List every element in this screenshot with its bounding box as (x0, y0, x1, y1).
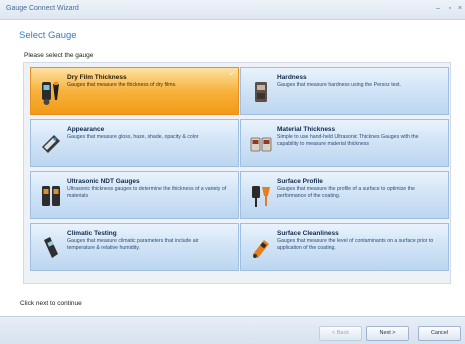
instruction-label: Please select the gauge (24, 52, 94, 59)
gauge-card-appearance[interactable]: Appearance Gauges that measure gloss, ha… (30, 119, 239, 167)
card-title: Hardness (277, 74, 307, 81)
minimize-icon[interactable]: – (433, 4, 443, 14)
gauge-card-ultrasonic-ndt[interactable]: Ultrasonic NDT Gauges Ultrasonic thickne… (30, 171, 239, 219)
card-description: Gauges that measure gloss, haze, shade, … (67, 134, 199, 140)
back-button[interactable]: < Back (319, 326, 362, 341)
card-description: Gauges that measure the profile of a sur… (277, 186, 415, 199)
card-description: Simple to use hand-held Ultrasonic Thick… (277, 134, 419, 147)
checkmark-icon: ✓ (228, 72, 234, 78)
card-title: Dry Film Thickness (67, 74, 127, 81)
card-description: Ultrasonic thickness gauges to determine… (67, 186, 227, 199)
material-thickness-icon (250, 137, 272, 152)
card-description: Gauges that measure the level of contami… (277, 238, 434, 251)
card-description: Gauges that measure the thickness of dry… (67, 82, 177, 88)
glossmeter-icon (42, 135, 60, 153)
surface-cleanliness-icon (253, 240, 269, 258)
maximize-icon[interactable]: ▫ (445, 4, 455, 14)
gauge-card-hardness[interactable]: Hardness Gauges that measure hardness us… (240, 67, 449, 115)
surface-profile-icon (252, 186, 270, 207)
card-title: Material Thickness (277, 126, 336, 133)
window-title: Gauge Connect Wizard (6, 5, 79, 12)
card-title: Ultrasonic NDT Gauges (67, 178, 140, 185)
gauge-card-surface-cleanliness[interactable]: Surface Cleanliness Gauges that measure … (240, 223, 449, 271)
title-bar: Gauge Connect Wizard – ▫ × (0, 0, 465, 20)
climatic-gauge-icon (44, 237, 58, 258)
card-title: Surface Cleanliness (277, 230, 339, 237)
card-description: Gauges that measure climatic parameters … (67, 238, 199, 251)
gauge-card-dry-film-thickness[interactable]: Dry Film Thickness Gauges that measure t… (30, 67, 239, 115)
card-title: Appearance (67, 126, 105, 133)
gauge-card-climatic-testing[interactable]: Climatic Testing Gauges that measure cli… (30, 223, 239, 271)
cancel-button[interactable]: Cancel (418, 326, 461, 341)
status-text: Click next to continue (20, 300, 82, 307)
gauge-selection-panel: Dry Film Thickness Gauges that measure t… (23, 62, 451, 284)
card-title: Climatic Testing (67, 230, 117, 237)
ultrasonic-gauge-icon (42, 186, 60, 206)
gauge-card-surface-profile[interactable]: Surface Profile Gauges that measure the … (240, 171, 449, 219)
close-icon[interactable]: × (455, 4, 465, 14)
next-button[interactable]: Next > (366, 326, 409, 341)
card-description: Gauges that measure hardness using the P… (277, 82, 401, 88)
button-bar: < Back Next > Cancel (0, 316, 465, 344)
page-title: Select Gauge (19, 30, 77, 41)
hardness-gauge-icon (255, 82, 267, 102)
gauge-card-material-thickness[interactable]: Material Thickness Simple to use hand-he… (240, 119, 449, 167)
wizard-window: Gauge Connect Wizard – ▫ × Select Gauge … (0, 0, 465, 344)
card-title: Surface Profile (277, 178, 323, 185)
dft-gauge-icon (42, 82, 59, 105)
